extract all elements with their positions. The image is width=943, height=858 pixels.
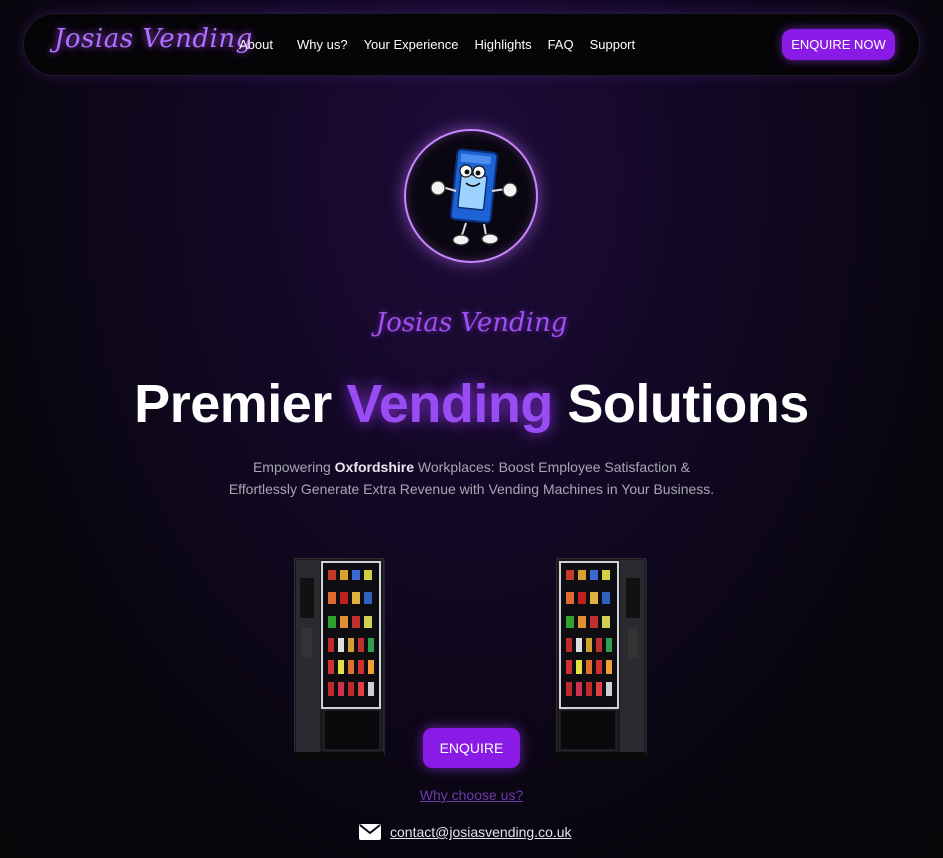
nav-links: About Why us? Your Experience Highlights… [239,37,651,52]
contact-email-link[interactable]: contact@josiasvending.co.uk [390,824,572,840]
logo-circle [404,129,538,263]
brand-logo[interactable]: Josias Vending [54,24,253,54]
vending-machine-image-left [294,558,385,760]
nav-link-why-us[interactable]: Why us? [297,37,348,52]
hero-tagline: Empowering Oxfordshire Workplaces: Boost… [228,456,715,500]
why-choose-us-link[interactable]: Why choose us? [0,787,943,803]
tagline-pre: Empowering [252,459,335,475]
enquire-button[interactable]: ENQUIRE [423,728,520,768]
headline-accent: Vending [346,374,553,434]
navbar: Josias Vending About Why us? Your Experi… [23,13,920,76]
headline-post: Solutions [552,374,809,434]
hero-headline: Premier Vending Solutions [0,373,943,435]
vending-machine-image-right [556,558,647,760]
contact-row: contact@josiasvending.co.uk [359,824,572,840]
vending-machine-mascot-icon [430,148,518,246]
tagline-bold: Oxfordshire [334,459,415,475]
nav-link-support[interactable]: Support [590,37,636,52]
enquire-now-button[interactable]: ENQUIRE NOW [782,29,895,60]
hero-brand-name: Josias Vending [375,308,568,338]
nav-link-your-experience[interactable]: Your Experience [364,37,459,52]
mail-icon [359,824,381,840]
nav-link-highlights[interactable]: Highlights [474,37,531,52]
headline-pre: Premier [134,374,347,434]
nav-link-faq[interactable]: FAQ [548,37,574,52]
nav-link-about[interactable]: About [239,37,273,52]
